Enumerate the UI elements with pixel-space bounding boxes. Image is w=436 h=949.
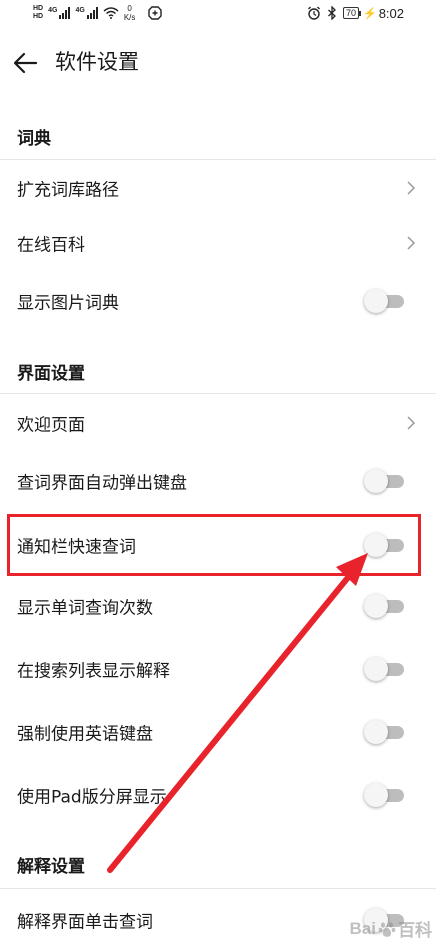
auto-keyboard-toggle[interactable] — [364, 468, 404, 494]
sim-indicators: HD HD — [33, 5, 43, 21]
alarm-icon — [307, 6, 320, 20]
signal-2-icon: 4G — [75, 7, 98, 19]
section-header-dictionary: 词典 — [17, 129, 51, 149]
chevron-right-icon — [407, 181, 416, 195]
settings-item-label: 显示单词查询次数 — [17, 598, 153, 619]
picture-dictionary-toggle[interactable] — [364, 288, 404, 314]
notification-quick-lookup-toggle[interactable] — [364, 532, 404, 558]
section-header-interface: 界面设置 — [17, 364, 85, 384]
pad-split-screen-toggle[interactable] — [364, 782, 404, 808]
settings-item-force-english-keyboard: 强制使用英语键盘 — [0, 703, 436, 761]
settings-item-label: 使用Pad版分屏显示 — [17, 787, 167, 808]
battery-level: 70 — [342, 7, 359, 19]
page-title: 软件设置 — [55, 50, 139, 74]
section-header-explanation: 解释设置 — [17, 857, 85, 877]
settings-item-label: 欢迎页面 — [17, 415, 85, 436]
network-speed: 0 K/s — [124, 4, 136, 22]
search-list-explanation-toggle[interactable] — [364, 656, 404, 682]
tap-lookup-toggle[interactable] — [364, 907, 404, 933]
settings-item-label: 查词界面自动弹出键盘 — [17, 473, 187, 494]
charging-icon: ⚡ — [362, 7, 377, 20]
app-notification-icon — [148, 6, 163, 20]
settings-item-label: 通知栏快速查词 — [17, 537, 136, 558]
app-header: 软件设置 — [0, 26, 436, 98]
settings-item-tap-lookup: 解释界面单击查词 — [0, 891, 436, 949]
sim1-hd-badge: HD — [33, 5, 44, 12]
chevron-right-icon — [407, 236, 416, 250]
battery-icon: 70 — [342, 7, 361, 19]
divider — [0, 888, 436, 889]
settings-item-picture-dictionary: 显示图片词典 — [0, 272, 436, 330]
settings-item-show-lookup-count: 显示单词查询次数 — [0, 577, 436, 635]
settings-item-label: 解释界面单击查词 — [17, 912, 153, 933]
settings-item-label: 扩充词库路径 — [17, 180, 119, 201]
wifi-icon — [103, 7, 119, 19]
settings-item-label: 显示图片词典 — [17, 293, 119, 314]
network-speed-value: 0 — [127, 4, 132, 13]
force-english-keyboard-toggle[interactable] — [364, 719, 404, 745]
settings-item-label: 在线百科 — [17, 235, 85, 256]
settings-item-auto-keyboard: 查词界面自动弹出键盘 — [0, 452, 436, 510]
settings-item-label: 强制使用英语键盘 — [17, 724, 153, 745]
settings-item-online-encyclopedia[interactable]: 在线百科 — [0, 214, 436, 272]
chevron-right-icon — [407, 416, 416, 430]
bluetooth-icon — [328, 6, 336, 20]
settings-item-dictionary-path[interactable]: 扩充词库路径 — [0, 159, 436, 217]
settings-item-search-list-explanation: 在搜索列表显示解释 — [0, 640, 436, 698]
signal-1-icon: 4G — [48, 7, 71, 19]
status-left: HD HD 4G 4G 0 K/s — [33, 1, 163, 25]
clock-time: 8:02 — [378, 5, 404, 21]
back-arrow-icon[interactable] — [12, 50, 38, 76]
status-bar: HD HD 4G 4G 0 K/s 70 ⚡ 8:02 — [0, 0, 436, 26]
network-type-2: 4G — [75, 7, 85, 14]
settings-item-pad-split-screen: 使用Pad版分屏显示 — [0, 766, 436, 824]
settings-item-notification-quick-lookup: 通知栏快速查词 — [0, 516, 436, 574]
status-right: 70 ⚡ 8:02 — [307, 3, 404, 23]
settings-item-label: 在搜索列表显示解释 — [17, 661, 170, 682]
sim2-hd-badge: HD — [33, 13, 44, 20]
network-speed-unit: K/s — [123, 13, 136, 22]
network-type-1: 4G — [48, 7, 58, 14]
settings-item-welcome-page[interactable]: 欢迎页面 — [0, 394, 436, 452]
show-lookup-count-toggle[interactable] — [364, 593, 404, 619]
